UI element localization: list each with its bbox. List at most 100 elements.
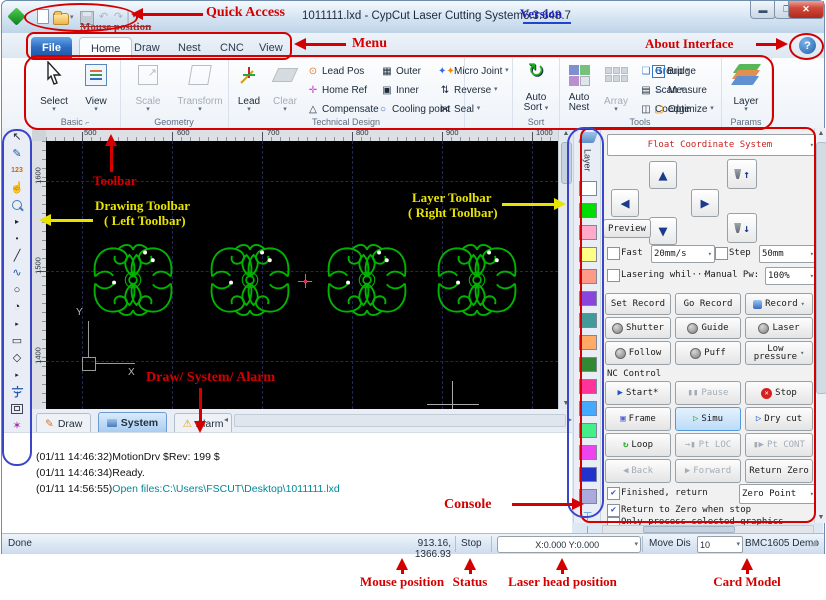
node-edit-tool-icon[interactable]: ✎ — [6, 145, 28, 162]
zoom-tool-icon[interactable] — [6, 196, 28, 213]
layer-panel-icon[interactable] — [577, 132, 598, 143]
clear-button[interactable]: Clear ▾ — [268, 61, 302, 113]
layer-swatch-9[interactable] — [578, 357, 597, 372]
doc-hscrollbar[interactable] — [234, 414, 566, 427]
picker-tool-icon[interactable]: ▸ — [6, 213, 28, 230]
pt-cont-button[interactable]: ▮▶ Pt CONT — [745, 433, 813, 457]
polygon-tool-icon[interactable]: ◇ — [6, 349, 28, 366]
scroll-thumb[interactable] — [816, 142, 826, 394]
manual-pw-select[interactable]: 100% ▾ — [765, 267, 817, 285]
text-tool-icon[interactable] — [6, 383, 28, 400]
viewport-tool-icon[interactable] — [6, 400, 28, 417]
ornament-part-2[interactable] — [207, 241, 293, 319]
finished-return-checkbox[interactable]: ✔ — [607, 487, 620, 500]
inner-button[interactable]: ▣ Inner — [380, 82, 419, 98]
tab-view[interactable]: View — [248, 37, 294, 58]
record-button[interactable]: Record ▾ — [745, 293, 813, 315]
nozzle-down-button[interactable]: ↓ — [727, 213, 757, 243]
low-pressure-button[interactable]: Low pressure ▾ — [745, 341, 813, 365]
tab-nest[interactable]: Nest — [167, 37, 212, 58]
start-button[interactable]: ▶ Start* — [605, 381, 671, 405]
align-top-icon[interactable]: ⊤ — [574, 511, 601, 524]
tab-file[interactable]: File — [31, 37, 72, 58]
loop-button[interactable]: ↻ Loop — [605, 433, 671, 457]
console-vscrollbar[interactable]: ▲ ▼ — [814, 128, 826, 523]
tab-scroll-left-icon[interactable]: ◂ — [224, 415, 228, 424]
home-ref-button[interactable]: ✛ Home Ref — [306, 82, 367, 98]
layer-swatch-5[interactable] — [578, 269, 597, 284]
tab-draw[interactable]: Draw — [123, 37, 171, 58]
numbers-tool-icon[interactable]: 123 — [6, 162, 28, 179]
flyout-arrow-icon[interactable]: ▸ — [6, 315, 28, 332]
frame-button[interactable]: ▣ Frame — [605, 407, 671, 431]
new-file-icon[interactable] — [34, 8, 51, 25]
scroll-up-icon[interactable]: ▲ — [559, 128, 573, 137]
seal-button[interactable]: ⋈ Seal ▾ — [438, 101, 480, 117]
resize-grip[interactable]: ◢ — [810, 537, 817, 548]
layer-swatch-14[interactable] — [578, 467, 597, 482]
scroll-down-icon[interactable]: ▼ — [815, 514, 826, 521]
tab-draw-view[interactable]: ✎ Draw — [36, 413, 92, 433]
layer-swatch-2[interactable] — [578, 203, 597, 218]
layer-swatch-3[interactable] — [578, 225, 597, 240]
transform-button[interactable]: Transform ▾ — [176, 61, 224, 113]
select-tool-icon[interactable]: ↖ — [6, 128, 28, 145]
view-button[interactable]: View ▾ — [76, 61, 116, 113]
ornament-part-4[interactable] — [434, 241, 520, 319]
bridge-button[interactable]: H Bridge — [652, 63, 696, 79]
rectangle-tool-icon[interactable]: ▭ — [6, 332, 28, 349]
forward-button[interactable]: ▶ Forward — [675, 459, 741, 483]
canvas-vscrollbar[interactable]: ▲ ▼ — [558, 128, 573, 409]
close-button[interactable]: ✕ — [788, 1, 824, 19]
drawing-canvas[interactable]: Y X — [46, 141, 558, 409]
line-tool-icon[interactable]: ╱ — [6, 247, 28, 264]
nozzle-up-button[interactable]: ↑ — [727, 159, 757, 189]
tab-scroll-right-icon[interactable]: ▸ — [568, 415, 572, 424]
simu-button[interactable]: ▷ Simu — [675, 407, 741, 431]
pt-loc-button[interactable]: →▮ Pt LOC — [675, 433, 741, 457]
quick-access-more-icon[interactable]: ▾ — [132, 11, 136, 20]
minimize-button[interactable]: ▬ — [750, 1, 776, 19]
lead-pos-button[interactable]: ⊙ Lead Pos — [306, 63, 364, 79]
step-checkbox[interactable] — [715, 247, 728, 260]
auto-sort-button[interactable]: ↻ Auto Sort ▾ — [516, 61, 556, 113]
ornament-part-1[interactable] — [90, 241, 176, 319]
fast-select[interactable]: 20mm/s ▾ — [651, 245, 715, 263]
back-button[interactable]: ◀ Back — [605, 459, 671, 483]
scale-button[interactable]: ↗ Scale ▾ — [128, 61, 168, 113]
move-dis-select[interactable]: 10 ▾ — [697, 536, 743, 553]
point-tool-icon[interactable]: • — [6, 230, 28, 247]
pie-tool-icon[interactable]: ◔ — [6, 298, 28, 315]
lead-button[interactable]: Lead ▾ — [232, 61, 266, 113]
scroll-down-icon[interactable]: ▼ — [559, 400, 573, 407]
set-record-button[interactable]: Set Record — [605, 293, 671, 315]
jog-left-button[interactable]: ◀ — [611, 189, 639, 217]
flyout-arrow2-icon[interactable]: ▸ — [6, 366, 28, 383]
layer-swatch-11[interactable] — [578, 401, 597, 416]
select-button[interactable]: Select ▾ — [34, 61, 74, 113]
coord-system-select[interactable]: Float Coordinate System ▾ — [607, 134, 817, 156]
guide-button[interactable]: Guide — [675, 317, 741, 339]
return-when-stop-checkbox[interactable]: ✔ — [607, 504, 620, 517]
laser-button[interactable]: Laser — [745, 317, 813, 339]
shutter-button[interactable]: Shutter — [605, 317, 671, 339]
pause-button[interactable]: ▮▮ Pause — [675, 381, 741, 405]
layer-swatch-7[interactable] — [578, 313, 597, 328]
layer-swatch-12[interactable] — [578, 423, 597, 438]
lasering-checkbox[interactable] — [607, 269, 620, 282]
scroll-thumb[interactable] — [561, 142, 572, 184]
reverse-button[interactable]: ⇅ Reverse ▾ — [438, 82, 498, 98]
open-file-icon[interactable] — [52, 10, 69, 27]
outer-button[interactable]: ▦ Outer — [380, 63, 421, 79]
compensate-button[interactable]: △ Compensate — [306, 101, 379, 117]
arc-tool-icon[interactable]: ∿ — [6, 264, 28, 281]
scroll-thumb[interactable] — [643, 526, 735, 533]
optimize-button[interactable]: ▢ Optimize ▾ — [652, 101, 713, 117]
return-zero-button[interactable]: Return Zero — [745, 459, 813, 483]
layer-swatch-1[interactable] — [578, 181, 597, 196]
scroll-up-icon[interactable]: ▲ — [815, 128, 826, 137]
tab-system-view[interactable]: System — [97, 412, 168, 432]
dry-cut-button[interactable]: ▷ Dry cut — [745, 407, 813, 431]
layer-swatch-6[interactable] — [578, 291, 597, 306]
jog-up-button[interactable]: ▲ — [649, 161, 677, 189]
